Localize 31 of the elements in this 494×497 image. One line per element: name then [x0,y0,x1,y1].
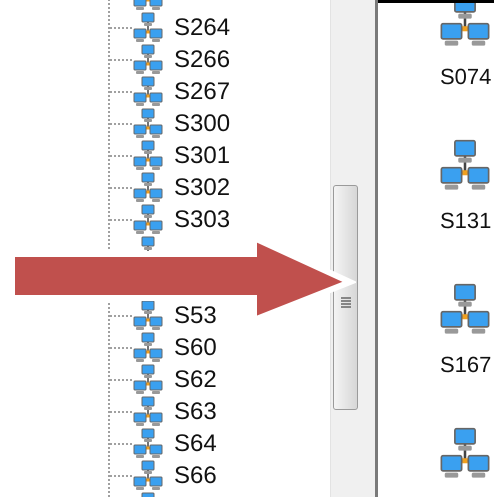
grip-icon [340,296,352,308]
network-icon [132,428,164,460]
tree-item-label[interactable]: S63 [174,398,217,426]
tree-item-label[interactable]: S300 [174,110,230,138]
network-icon [132,44,164,76]
network-icon [132,76,164,108]
scrollbar-thumb[interactable] [333,185,358,410]
tree-item-label[interactable]: S302 [174,174,230,202]
network-icon [132,460,164,492]
icon-label[interactable]: S167 [440,351,492,379]
tree-item-label[interactable]: S266 [174,46,230,74]
icon-label[interactable]: S131 [440,207,492,235]
tree-item-label[interactable]: S264 [174,14,230,42]
tree-item-label[interactable]: S62 [174,366,217,394]
tree-item-label[interactable]: S64 [174,430,217,458]
network-icon [132,140,164,172]
network-icon [132,172,164,204]
icon-label[interactable]: S074 [440,63,492,91]
tree-item-label[interactable]: S267 [174,78,230,106]
network-icon [132,364,164,396]
tree-item-label[interactable]: S303 [174,206,230,234]
network-icon [132,332,164,364]
tree-item-label[interactable]: S53 [174,302,217,330]
tree-item-label[interactable]: S301 [174,142,230,170]
scrollbar[interactable] [330,0,360,497]
tree-item-label[interactable]: S60 [174,334,217,362]
network-icon [132,396,164,428]
network-icon [132,204,164,236]
network-icon [132,108,164,140]
network-icon [132,300,164,332]
tree-item-label[interactable]: S66 [174,462,217,490]
